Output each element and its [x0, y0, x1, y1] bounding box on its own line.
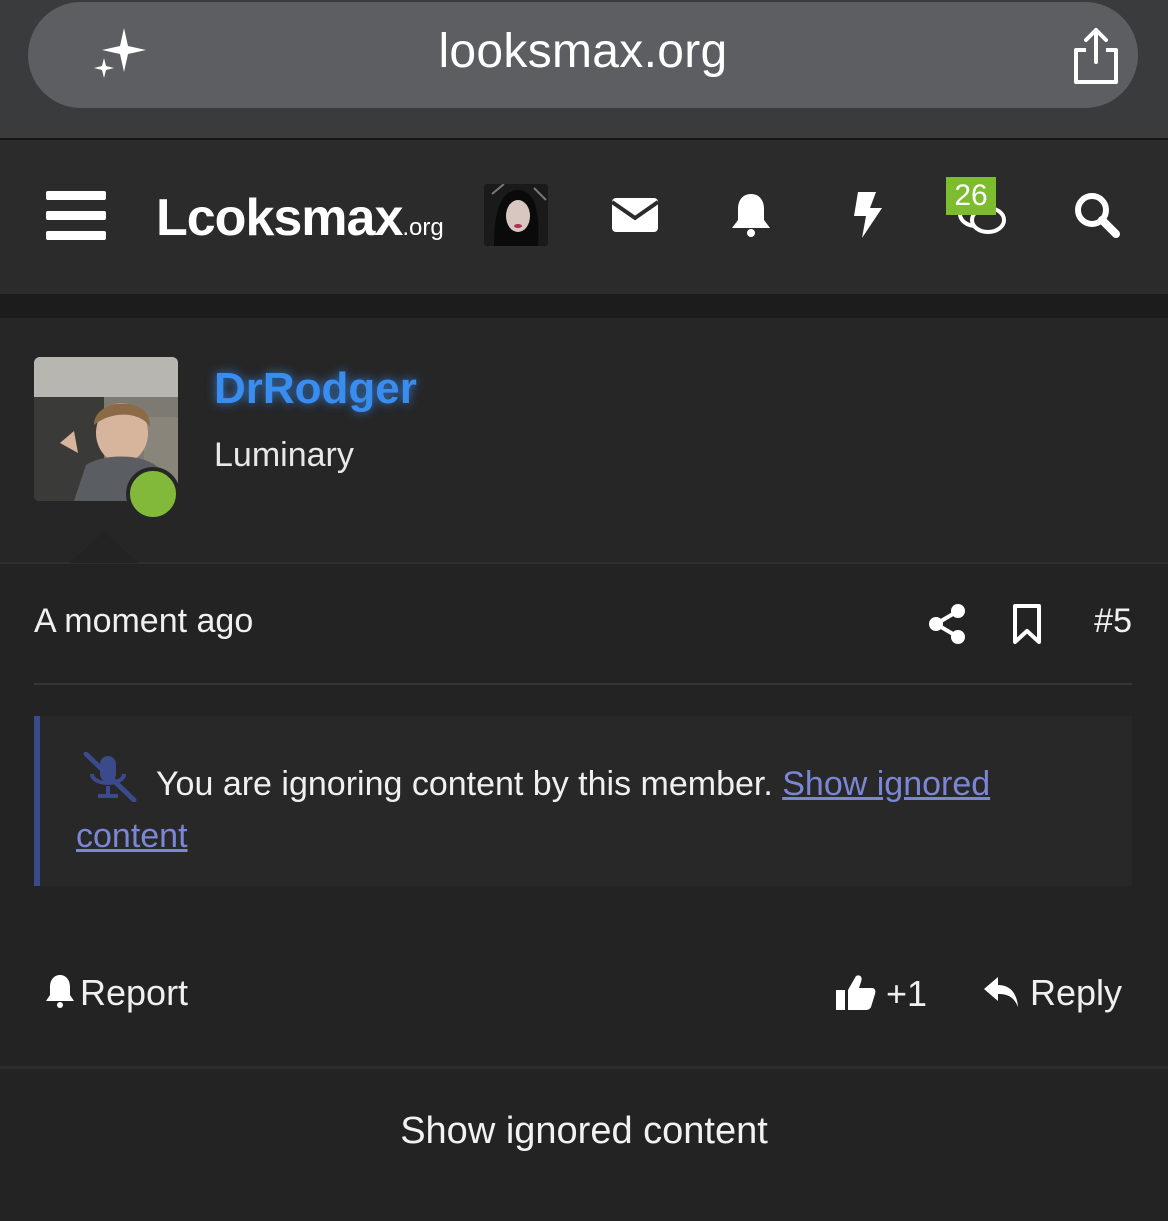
- post-number-link[interactable]: #5: [1094, 602, 1132, 641]
- reply-icon: [984, 977, 1018, 1007]
- ignore-message-text: You are ignoring content by this member.: [156, 765, 773, 803]
- address-bar[interactable]: looksmax.org: [28, 2, 1138, 108]
- post-timestamp[interactable]: A moment ago: [34, 602, 253, 641]
- chat-count-badge: 26: [946, 177, 996, 215]
- site-header: Lcoksmax.org 26: [0, 140, 1168, 294]
- url-text[interactable]: looksmax.org: [28, 24, 1138, 79]
- share-icon[interactable]: [1068, 26, 1124, 86]
- header-spacer: [0, 294, 1168, 318]
- account-avatar[interactable]: [484, 184, 548, 246]
- like-count: +1: [886, 973, 928, 1014]
- thumbs-up-icon: [836, 975, 876, 1010]
- menu-icon[interactable]: [46, 191, 106, 241]
- post: DrRodger Luminary A moment ago #5 You ar…: [0, 318, 1168, 1221]
- bookmark-icon[interactable]: [1007, 603, 1047, 645]
- ignored-content-notice: You are ignoring content by this member.…: [34, 716, 1132, 886]
- search-icon[interactable]: [1072, 190, 1122, 240]
- share-icon[interactable]: [927, 603, 967, 645]
- reply-button[interactable]: Reply: [982, 972, 1122, 1014]
- post-meta: A moment ago #5: [34, 600, 1132, 650]
- site-logo[interactable]: Lcoksmax.org: [156, 188, 444, 248]
- report-button[interactable]: Report: [44, 972, 188, 1014]
- show-ignored-content-button[interactable]: Show ignored content: [0, 1110, 1168, 1153]
- envelope-icon[interactable]: [610, 190, 660, 240]
- reply-label: Reply: [1030, 972, 1123, 1013]
- like-button[interactable]: +1: [834, 972, 927, 1015]
- post-actions: Report +1 Reply: [0, 968, 1168, 1028]
- username-link[interactable]: DrRodger: [214, 364, 417, 414]
- report-label: Report: [80, 972, 189, 1013]
- browser-toolbar: looksmax.org: [0, 0, 1168, 140]
- user-title: Luminary: [214, 436, 354, 474]
- online-status-indicator: [126, 467, 180, 521]
- bell-icon: [46, 975, 74, 1008]
- ignore-message: You are ignoring content by this member.…: [76, 758, 1076, 862]
- bell-icon[interactable]: [726, 190, 776, 240]
- divider: [34, 683, 1132, 685]
- post-user-block: DrRodger Luminary: [0, 318, 1168, 564]
- user-block-arrow: [70, 531, 138, 563]
- divider: [0, 1066, 1168, 1069]
- bolt-icon[interactable]: [842, 190, 892, 240]
